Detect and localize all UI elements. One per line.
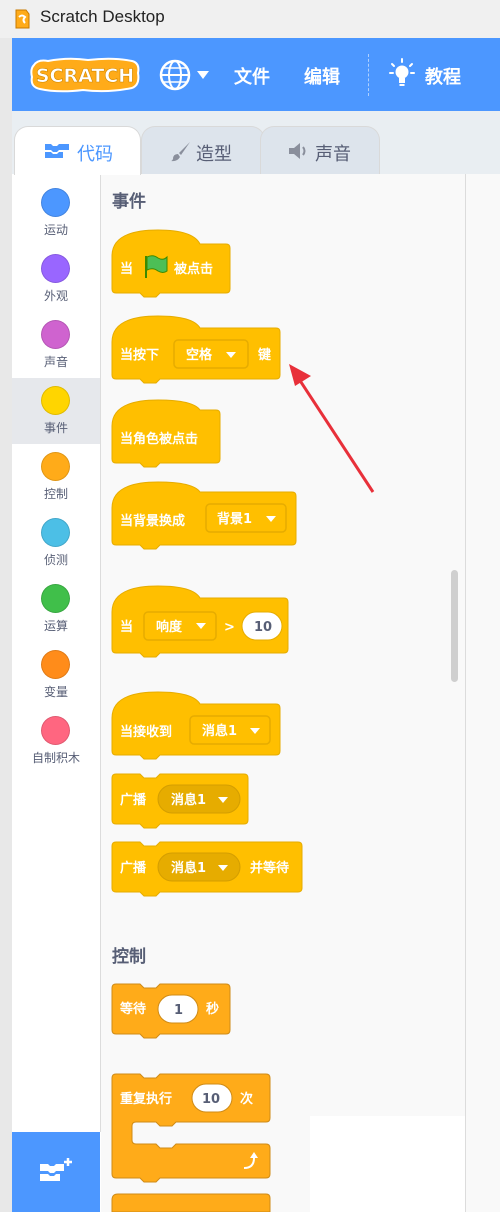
image-edge-mask: [310, 1116, 465, 1212]
when-greater-than-prefix: 当: [120, 619, 133, 635]
category-motion-dot: [41, 188, 70, 217]
tab-code-label: 代码: [77, 144, 113, 165]
when-i-receive-prefix: 当接收到: [120, 724, 172, 740]
lightbulb-icon[interactable]: [389, 58, 415, 90]
when-key-pressed-suffix: 键: [257, 347, 271, 363]
window-title: Scratch Desktop: [40, 7, 165, 26]
when-key-pressed-prefix: 当按下: [120, 347, 159, 363]
category-events-label: 事件: [43, 421, 68, 435]
repeat-count-value: 10: [202, 1092, 220, 1107]
backdrop-dropdown-value: 背景1: [217, 511, 252, 527]
code-workspace[interactable]: [465, 174, 500, 1212]
logo-text: SCRATCH: [36, 65, 134, 87]
next-control-block[interactable]: [111, 1193, 271, 1212]
tab-costumes[interactable]: 造型: [141, 126, 265, 174]
category-sound[interactable]: 声音: [12, 312, 100, 378]
category-operators-dot: [41, 584, 70, 613]
annotation-arrow: [289, 364, 375, 493]
category-sound-label: 声音: [43, 355, 68, 369]
menu-file[interactable]: 文件: [234, 63, 270, 89]
window-frame: [0, 38, 12, 1212]
threshold-input-value: 10: [254, 620, 272, 635]
menu-tutorials[interactable]: 教程: [425, 63, 461, 89]
add-extension-icon: [40, 1158, 72, 1181]
when-key-pressed-block[interactable]: 当按下 空格 键: [108, 312, 284, 384]
code-blocks-icon: [45, 144, 69, 158]
when-i-receive-block[interactable]: 当接收到 消息1: [108, 688, 284, 760]
when-sprite-clicked-label: 当角色被点击: [120, 431, 198, 447]
palette-scrollbar[interactable]: [451, 570, 458, 682]
wait-seconds-value: 1: [174, 1003, 183, 1018]
editor-tabs: 造型 声音 代码: [12, 111, 500, 175]
category-control-label: 控制: [43, 487, 68, 501]
when-greater-than-block[interactable]: 当 响度 > 10: [108, 582, 294, 660]
broadcast-block[interactable]: 广播 消息1: [108, 770, 254, 832]
greater-than-symbol: >: [224, 620, 235, 635]
scratch-logo[interactable]: SCRATCH: [28, 57, 142, 93]
category-menu: 运动 外观 声音 事件 控制 侦测 运算 变量 自制积木: [12, 174, 101, 1132]
menu-divider: [368, 54, 369, 96]
category-variables-dot: [41, 650, 70, 679]
wait-label: 等待: [119, 1001, 146, 1017]
window-title-bar: Scratch Desktop: [0, 0, 500, 38]
when-flag-clicked-prefix: 当: [120, 261, 133, 277]
category-my-blocks-label: 自制积木: [31, 751, 80, 765]
receive-dropdown-value: 消息1: [202, 723, 237, 739]
events-section-label: 事件: [112, 192, 146, 212]
repeat-unit: 次: [240, 1091, 253, 1107]
speaker-icon: [289, 143, 306, 159]
broadcast-and-wait-block[interactable]: 广播 消息1 并等待: [108, 838, 310, 900]
category-control-dot: [41, 452, 70, 481]
category-sound-dot: [41, 320, 70, 349]
key-dropdown-value: 空格: [186, 347, 213, 363]
add-extension-button[interactable]: [12, 1132, 100, 1212]
category-variables[interactable]: 变量: [12, 642, 100, 708]
repeat-label: 重复执行: [120, 1091, 172, 1107]
category-variables-label: 变量: [43, 685, 68, 699]
broadcast-label: 广播: [120, 792, 147, 808]
category-my-blocks[interactable]: 自制积木: [12, 708, 100, 774]
wait-seconds-unit: 秒: [206, 1001, 219, 1017]
block-palette: 事件 当 被点击 当按下 空格 键 当角色被点击 当背景换成 背景1 当 响度: [101, 174, 465, 1212]
category-operators-label: 运算: [43, 619, 68, 633]
category-sensing-dot: [41, 518, 70, 547]
wait-seconds-block[interactable]: 等待 1 秒: [108, 980, 236, 1042]
tab-sounds-label: 声音: [315, 144, 351, 165]
broadcast-message-value: 消息1: [171, 792, 206, 808]
category-motion-label: 运动: [43, 223, 68, 237]
brush-icon: [171, 142, 190, 162]
category-operators[interactable]: 运算: [12, 576, 100, 642]
category-my-blocks-dot: [41, 716, 70, 745]
tab-costumes-label: 造型: [196, 144, 232, 165]
category-sensing[interactable]: 侦测: [12, 510, 100, 576]
menu-edit[interactable]: 编辑: [304, 63, 340, 89]
category-looks-label: 外观: [43, 289, 68, 303]
control-section-label: 控制: [112, 947, 146, 967]
category-motion[interactable]: 运动: [12, 180, 100, 246]
category-looks-dot: [41, 254, 70, 283]
when-backdrop-switches-prefix: 当背景换成: [120, 513, 185, 529]
category-events-dot: [41, 386, 70, 415]
when-flag-clicked-suffix: 被点击: [173, 261, 213, 277]
repeat-block[interactable]: 重复执行 10 次: [108, 1070, 284, 1212]
sensor-dropdown-value: 响度: [156, 619, 183, 635]
scratch-app-icon: [15, 9, 30, 29]
category-events[interactable]: 事件: [12, 378, 100, 444]
broadcast-and-wait-label: 广播: [120, 860, 147, 876]
category-looks[interactable]: 外观: [12, 246, 100, 312]
chevron-down-icon[interactable]: [197, 71, 209, 79]
broadcast-wait-message-value: 消息1: [171, 860, 206, 876]
when-sprite-clicked-block[interactable]: 当角色被点击: [108, 396, 228, 468]
category-control[interactable]: 控制: [12, 444, 100, 510]
globe-icon[interactable]: [158, 58, 192, 92]
broadcast-and-wait-suffix: 并等待: [250, 860, 289, 876]
category-sensing-label: 侦测: [43, 553, 68, 567]
tab-sounds[interactable]: 声音: [260, 126, 380, 174]
when-flag-clicked-block[interactable]: 当 被点击: [108, 226, 234, 298]
tab-code[interactable]: 代码: [14, 126, 141, 175]
when-backdrop-switches-block[interactable]: 当背景换成 背景1: [108, 478, 302, 550]
menu-bar: SCRATCH 文件 编辑 教程: [12, 38, 500, 111]
